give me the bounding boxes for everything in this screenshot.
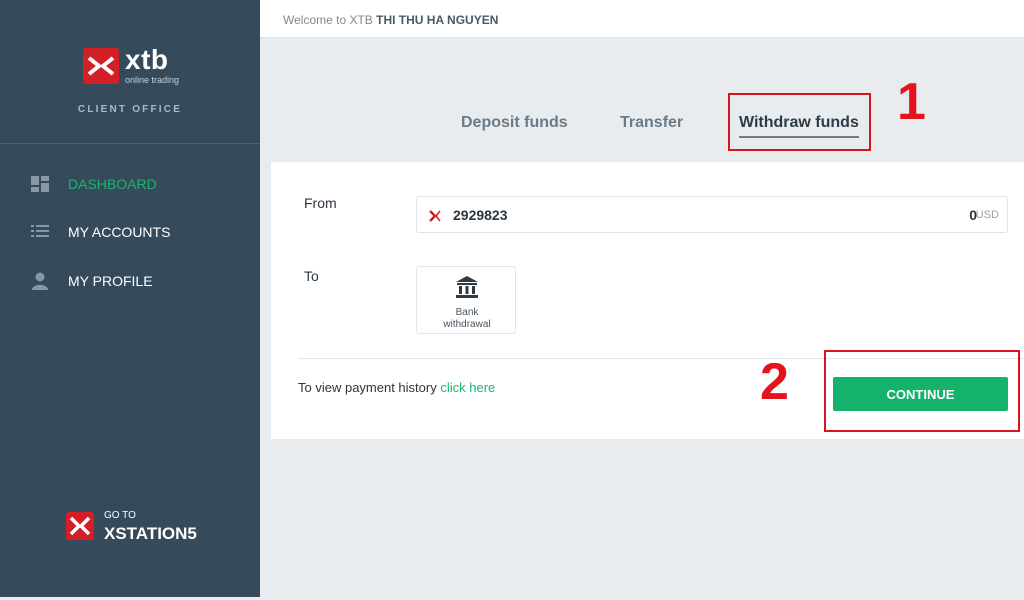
annotation-number-2: 2 [760, 353, 789, 411]
annotation-number-1: 1 [897, 73, 926, 131]
sidebar-divider [0, 143, 260, 144]
sidebar-item-my-profile[interactable]: MY PROFILE [30, 269, 153, 293]
account-number: 2929823 [453, 207, 508, 223]
to-label: To [304, 268, 319, 284]
xtb-account-icon [429, 209, 441, 222]
xstation5-label: XSTATION5 [104, 524, 197, 543]
payment-history-text: To view payment history click here [298, 380, 495, 395]
user-name: THI THU HA NGUYEN [376, 13, 499, 27]
top-bar: Welcome to XTB THI THU HA NGUYEN [260, 0, 1024, 38]
account-currency: USD [975, 209, 999, 221]
bank-label-line2: withdrawal [443, 319, 491, 330]
welcome-message: Welcome to XTB THI THU HA NGUYEN [283, 13, 498, 27]
sidebar-item-label: MY ACCOUNTS [68, 224, 171, 240]
bank-icon [455, 275, 479, 299]
sidebar-item-label: DASHBOARD [68, 176, 157, 192]
bank-label-line1: Bank [455, 307, 479, 318]
sidebar-item-my-accounts[interactable]: MY ACCOUNTS [30, 220, 170, 244]
xtb-logo-mark-icon [83, 48, 119, 84]
logo-subtitle: online trading [125, 75, 180, 85]
bank-withdrawal-option[interactable]: Bank withdrawal [416, 266, 516, 334]
logo-text: xtb [125, 44, 169, 75]
dashboard-icon [30, 174, 50, 194]
client-office-label: CLIENT OFFICE [77, 104, 183, 115]
list-icon [30, 222, 50, 242]
tab-deposit-funds[interactable]: Deposit funds [461, 114, 568, 132]
payment-history-link[interactable]: click here [440, 380, 495, 395]
from-account-select[interactable]: 2929823 0 USD [416, 196, 1008, 233]
tab-transfer[interactable]: Transfer [620, 114, 683, 132]
history-prefix: To view payment history [298, 380, 441, 395]
annotation-box-1 [728, 93, 871, 151]
sidebar-item-label: MY PROFILE [68, 273, 153, 289]
goto-label: GO TO [104, 510, 136, 521]
xstation-logo-icon [66, 512, 94, 540]
sidebar-item-dashboard[interactable]: DASHBOARD [30, 172, 157, 196]
bank-withdrawal-label: Bank withdrawal [417, 307, 517, 331]
sidebar: xtb online trading CLIENT OFFICE DASHBOA… [0, 0, 260, 597]
xtb-logo[interactable]: xtb online trading [83, 44, 183, 88]
welcome-prefix: Welcome to XTB [283, 13, 377, 27]
from-label: From [304, 195, 337, 211]
annotation-box-2 [824, 350, 1020, 432]
user-icon [30, 271, 50, 291]
